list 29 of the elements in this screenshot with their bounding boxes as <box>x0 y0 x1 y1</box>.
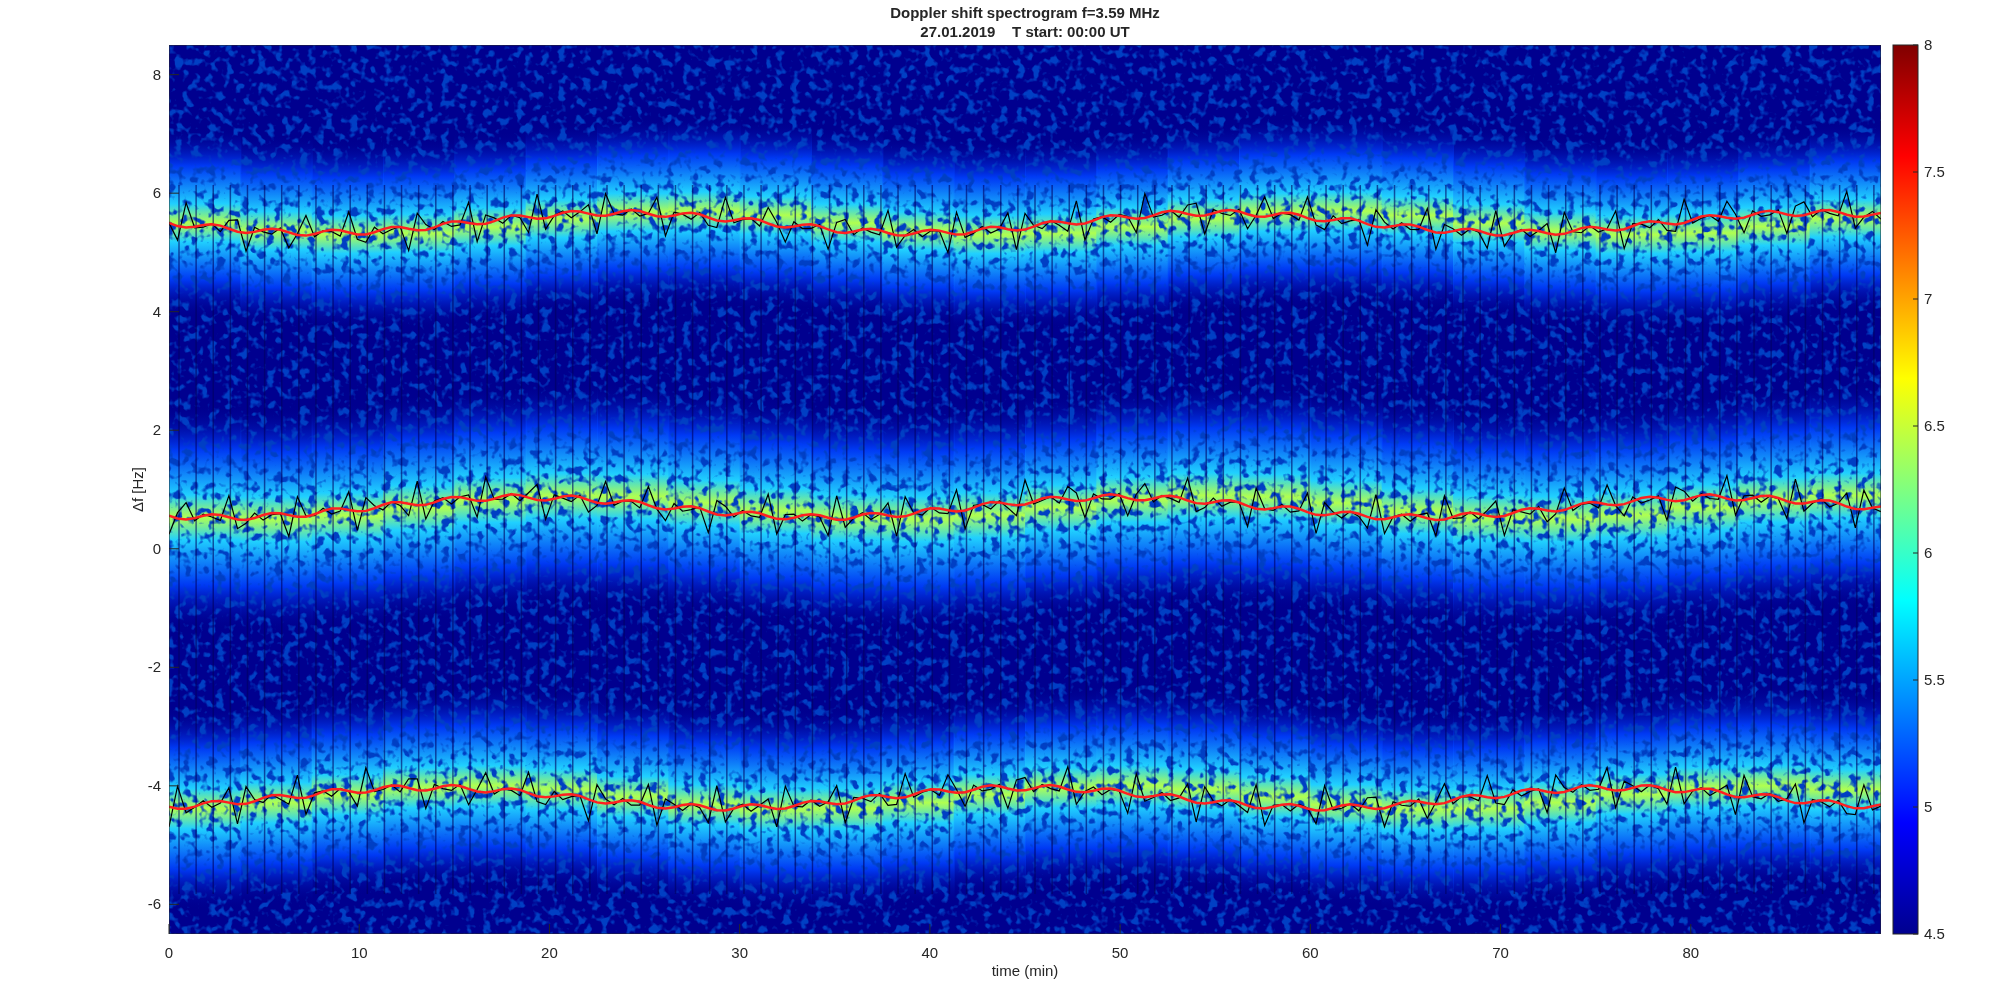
x-axis-label: time (min) <box>991 962 1059 979</box>
y-tick-label: -2 <box>147 658 161 676</box>
y-tick-label: -6 <box>147 895 161 913</box>
y-tick-label: 4 <box>152 302 161 320</box>
x-tick-label: 40 <box>921 944 939 961</box>
colorbar-tick-label: 6 <box>1924 544 1933 561</box>
x-tick-label: 0 <box>164 944 174 961</box>
colorbar-tick-label: 7.5 <box>1924 163 1945 180</box>
x-tick-label: 60 <box>1302 944 1319 961</box>
colorbar-tick-label: 8 <box>1924 36 1933 53</box>
y-tick-label: 2 <box>152 421 161 439</box>
x-tick-label: 20 <box>541 944 558 961</box>
y-tick-label: 8 <box>152 65 161 83</box>
x-tick-label: 70 <box>1492 944 1509 961</box>
colorbar-tick-label: 5 <box>1924 798 1933 815</box>
colorbar-tick-label: 5.5 <box>1924 671 1945 688</box>
x-tick-label: 50 <box>1111 944 1129 961</box>
y-tick-label: -4 <box>147 776 161 794</box>
x-tick-label: 10 <box>350 944 368 961</box>
chart-title: Doppler shift spectrogram f=3.59 MHz <box>890 4 1160 21</box>
y-tick-label: 6 <box>152 184 161 202</box>
colorbar-tick-label: 6.5 <box>1924 417 1945 434</box>
y-axis-label: Δf [Hz] <box>129 467 146 512</box>
chart-subtitle: 27.01.2019 T start: 00:00 UT <box>920 23 1130 40</box>
y-tick-label: 0 <box>152 539 161 557</box>
colorbar-tick-label: 4.5 <box>1924 925 1945 942</box>
x-tick-label: 80 <box>1682 944 1700 961</box>
colorbar-tick-label: 7 <box>1924 290 1933 307</box>
x-tick-label: 30 <box>731 944 748 961</box>
